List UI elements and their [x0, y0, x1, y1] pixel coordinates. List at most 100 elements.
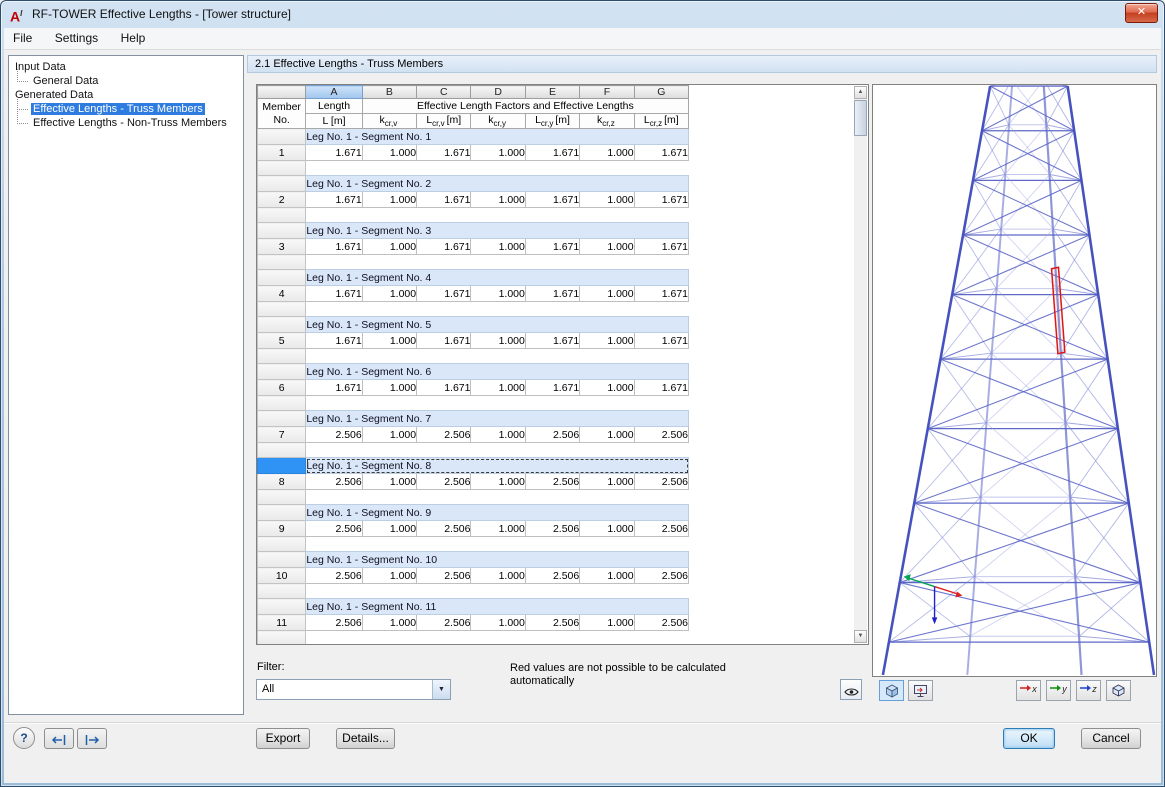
- value-cell[interactable]: 1.000: [471, 380, 525, 396]
- value-cell[interactable]: 1.000: [471, 239, 525, 255]
- segment-group-header[interactable]: Leg No. 1 - Segment No. 10: [306, 552, 689, 568]
- value-cell[interactable]: 2.506: [525, 474, 579, 490]
- highlighted-member[interactable]: [1052, 267, 1065, 353]
- member-number[interactable]: 6: [258, 380, 306, 396]
- member-row-header[interactable]: [258, 411, 306, 427]
- value-cell[interactable]: 1.000: [580, 333, 634, 349]
- value-cell[interactable]: 1.671: [525, 380, 579, 396]
- value-cell[interactable]: 1.671: [306, 333, 362, 349]
- filter-dropdown[interactable]: All ▼: [256, 679, 451, 700]
- display-properties-button[interactable]: [908, 680, 933, 701]
- export-button[interactable]: Export: [256, 728, 310, 749]
- value-cell[interactable]: 2.506: [634, 521, 688, 537]
- value-cell[interactable]: 1.671: [525, 239, 579, 255]
- value-cell[interactable]: 1.000: [362, 192, 416, 208]
- value-cell[interactable]: 1.671: [306, 145, 362, 161]
- segment-group-header[interactable]: Leg No. 1 - Segment No. 4: [306, 270, 689, 286]
- nav-general-data[interactable]: General Data: [15, 74, 243, 88]
- value-cell[interactable]: 1.000: [362, 145, 416, 161]
- column-header-b[interactable]: B: [362, 86, 416, 99]
- value-cell[interactable]: 1.000: [580, 192, 634, 208]
- column-header-f[interactable]: F: [580, 86, 634, 99]
- value-cell[interactable]: 1.671: [525, 192, 579, 208]
- value-cell[interactable]: 1.000: [471, 615, 525, 631]
- value-cell[interactable]: 1.000: [471, 333, 525, 349]
- value-cell[interactable]: 2.506: [417, 521, 471, 537]
- value-cell[interactable]: 2.506: [306, 521, 362, 537]
- value-cell[interactable]: 1.000: [362, 521, 416, 537]
- value-cell[interactable]: 1.671: [306, 192, 362, 208]
- table-scrollbar[interactable]: ▲ ▼: [854, 86, 867, 643]
- value-cell[interactable]: 1.000: [580, 286, 634, 302]
- value-cell[interactable]: 2.506: [634, 568, 688, 584]
- member-row-header[interactable]: [258, 270, 306, 286]
- combo-arrow-icon[interactable]: ▼: [432, 680, 450, 699]
- value-cell[interactable]: 1.000: [471, 192, 525, 208]
- value-cell[interactable]: 1.000: [580, 568, 634, 584]
- value-cell[interactable]: 2.506: [417, 615, 471, 631]
- member-number[interactable]: 1: [258, 145, 306, 161]
- column-header-e[interactable]: E: [525, 86, 579, 99]
- view-result-button[interactable]: [840, 679, 862, 700]
- value-cell[interactable]: 1.000: [580, 474, 634, 490]
- value-cell[interactable]: 2.506: [634, 474, 688, 490]
- value-cell[interactable]: 2.506: [525, 615, 579, 631]
- member-number[interactable]: 10: [258, 568, 306, 584]
- details-button[interactable]: Details...: [336, 728, 395, 749]
- tower-3d-view[interactable]: [873, 85, 1156, 676]
- close-button[interactable]: ✕: [1125, 3, 1158, 23]
- model-view-panel[interactable]: [872, 84, 1157, 677]
- value-cell[interactable]: 1.671: [634, 286, 688, 302]
- segment-group-header[interactable]: Leg No. 1 - Segment No. 3: [306, 223, 689, 239]
- segment-group-header[interactable]: Leg No. 1 - Segment No. 8: [306, 458, 689, 474]
- value-cell[interactable]: 1.000: [580, 145, 634, 161]
- member-number[interactable]: 7: [258, 427, 306, 443]
- value-cell[interactable]: 1.000: [471, 521, 525, 537]
- next-table-button[interactable]: [77, 728, 107, 749]
- menu-file[interactable]: File: [4, 28, 41, 48]
- value-cell[interactable]: 1.000: [580, 427, 634, 443]
- segment-group-header[interactable]: Leg No. 1 - Segment No. 7: [306, 411, 689, 427]
- nav-generated-data[interactable]: Generated Data: [9, 88, 243, 102]
- value-cell[interactable]: 1.671: [417, 333, 471, 349]
- title-bar[interactable]: AI RF-TOWER Effective Lengths - [Tower s…: [0, 0, 1165, 28]
- value-cell[interactable]: 2.506: [525, 427, 579, 443]
- member-row-header[interactable]: [258, 364, 306, 380]
- column-header-a[interactable]: A: [306, 86, 362, 99]
- member-row-header[interactable]: [258, 552, 306, 568]
- value-cell[interactable]: 1.671: [634, 192, 688, 208]
- value-cell[interactable]: 2.506: [525, 521, 579, 537]
- value-cell[interactable]: 1.000: [471, 286, 525, 302]
- value-cell[interactable]: 1.671: [525, 145, 579, 161]
- value-cell[interactable]: 1.000: [362, 286, 416, 302]
- member-number[interactable]: 3: [258, 239, 306, 255]
- segment-group-header[interactable]: Leg No. 1 - Segment No. 2: [306, 176, 689, 192]
- value-cell[interactable]: 1.671: [634, 380, 688, 396]
- value-cell[interactable]: 1.000: [471, 474, 525, 490]
- segment-group-header[interactable]: Leg No. 1 - Segment No. 1: [306, 129, 689, 145]
- view-z-button[interactable]: z: [1076, 680, 1101, 701]
- value-cell[interactable]: 1.000: [580, 615, 634, 631]
- segment-group-header[interactable]: Leg No. 1 - Segment No. 5: [306, 317, 689, 333]
- value-cell[interactable]: 1.671: [634, 145, 688, 161]
- value-cell[interactable]: 1.671: [417, 192, 471, 208]
- value-cell[interactable]: 2.506: [306, 568, 362, 584]
- member-number[interactable]: 4: [258, 286, 306, 302]
- menu-help[interactable]: Help: [112, 28, 155, 48]
- value-cell[interactable]: 2.506: [634, 615, 688, 631]
- member-row-header[interactable]: [258, 317, 306, 333]
- scroll-up-icon[interactable]: ▲: [854, 86, 867, 99]
- member-row-header[interactable]: [258, 223, 306, 239]
- value-cell[interactable]: 2.506: [525, 568, 579, 584]
- value-cell[interactable]: 1.671: [525, 333, 579, 349]
- value-cell[interactable]: 1.000: [362, 380, 416, 396]
- member-number[interactable]: 2: [258, 192, 306, 208]
- nav-effective-lengths-truss[interactable]: Effective Lengths - Truss Members: [15, 102, 243, 116]
- value-cell[interactable]: 1.671: [306, 380, 362, 396]
- nav-effective-lengths-non-truss[interactable]: Effective Lengths - Non-Truss Members: [15, 116, 243, 130]
- member-number[interactable]: 9: [258, 521, 306, 537]
- value-cell[interactable]: 1.671: [306, 286, 362, 302]
- scrollbar-thumb[interactable]: [854, 100, 867, 136]
- help-button[interactable]: ?: [13, 727, 35, 749]
- value-cell[interactable]: 1.671: [634, 333, 688, 349]
